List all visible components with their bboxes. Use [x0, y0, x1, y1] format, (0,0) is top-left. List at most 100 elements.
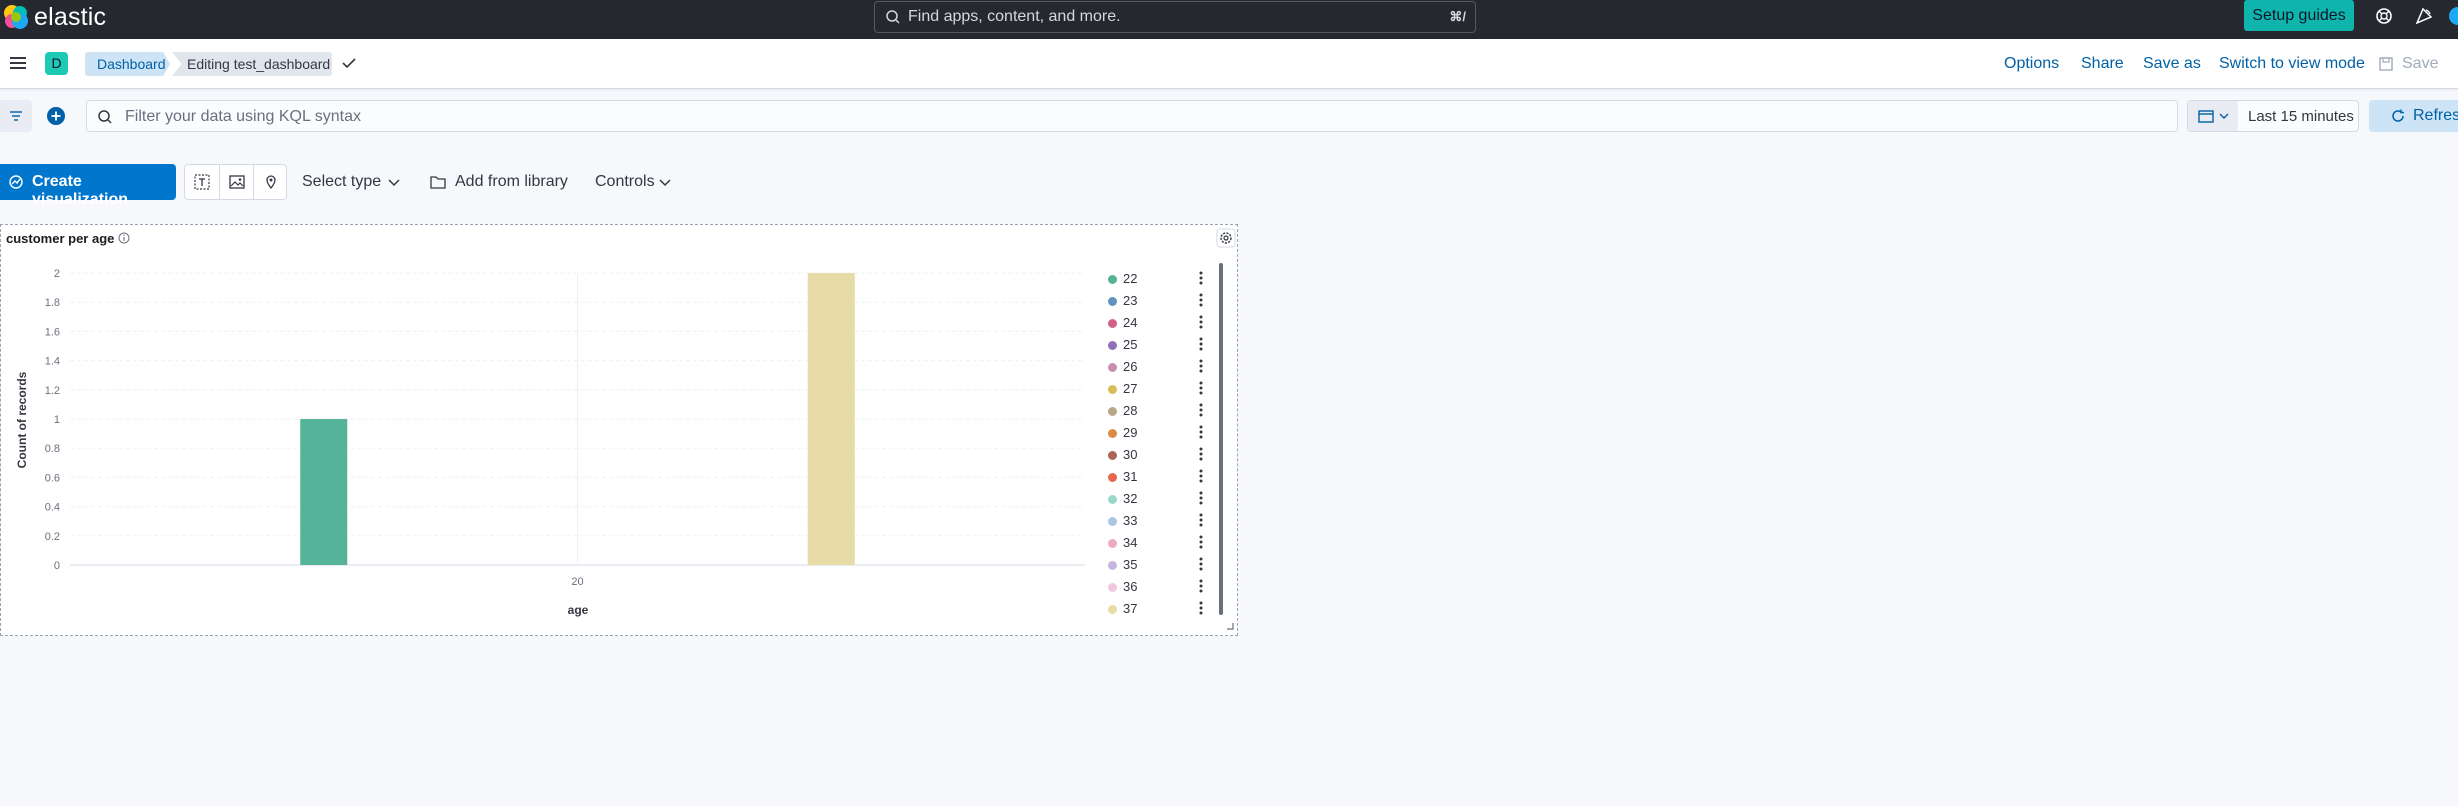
user-avatar-icon[interactable] [2446, 6, 2458, 26]
select-type-button[interactable]: Select type [291, 164, 415, 200]
legend-item[interactable]: 25 [1100, 334, 1210, 356]
legend-item[interactable]: 29 [1100, 422, 1210, 444]
brand-name[interactable]: elastic [34, 2, 106, 32]
y-axis-title: Count of records [15, 371, 29, 468]
breadcrumb-dashboard[interactable]: Dashboard [85, 52, 170, 76]
more-actions-icon[interactable] [1198, 556, 1204, 572]
breadcrumb-current: Editing test_dashboard [172, 52, 332, 76]
legend-label: 26 [1123, 359, 1138, 374]
more-actions-icon[interactable] [1198, 578, 1204, 594]
more-actions-icon[interactable] [1198, 380, 1204, 396]
save-as-link[interactable]: Save as [2143, 54, 2201, 74]
more-actions-icon[interactable] [1198, 534, 1204, 550]
x-tick-label: 20 [571, 576, 583, 588]
panel-title: customer per age [6, 231, 130, 246]
y-tick-label: 0.8 [45, 443, 60, 455]
chevron-down-icon [2219, 113, 2229, 119]
legend-item[interactable]: 36 [1100, 576, 1210, 598]
image-panel-button[interactable] [219, 165, 254, 199]
more-actions-icon[interactable] [1198, 336, 1204, 352]
legend-item[interactable]: 24 [1100, 312, 1210, 334]
gear-icon[interactable] [1216, 228, 1236, 248]
bar-age-22[interactable] [300, 419, 348, 565]
legend-color-icon [1108, 451, 1117, 460]
add-from-library-label: Add from library [455, 173, 568, 190]
share-link[interactable]: Share [2081, 54, 2124, 74]
legend-item[interactable]: 33 [1100, 510, 1210, 532]
legend-color-icon [1108, 583, 1117, 592]
bar-age-37[interactable] [807, 273, 855, 565]
more-actions-icon[interactable] [1198, 402, 1204, 418]
search-icon [98, 110, 112, 124]
text-icon [194, 174, 210, 190]
elastic-logo-icon[interactable] [3, 4, 29, 30]
legend-label: 27 [1123, 381, 1138, 396]
panel-title-text: customer per age [6, 231, 115, 246]
chart-grid [70, 272, 1085, 566]
kql-query-input[interactable]: Filter your data using KQL syntax [86, 100, 2178, 132]
refresh-button[interactable]: Refresh [2369, 100, 2458, 132]
setup-guides-button[interactable]: Setup guides [2244, 0, 2354, 31]
legend-scrollbar[interactable] [1219, 263, 1223, 615]
legend-color-icon [1108, 605, 1117, 614]
y-tick-label: 0.4 [45, 502, 60, 514]
help-icon[interactable] [2374, 6, 2394, 26]
more-actions-icon[interactable] [1198, 270, 1204, 286]
date-picker[interactable]: Last 15 minutes [2187, 100, 2359, 132]
legend-item[interactable]: 37 [1100, 598, 1210, 620]
more-actions-icon[interactable] [1198, 358, 1204, 374]
more-actions-icon[interactable] [1198, 446, 1204, 462]
switch-to-view-mode-link[interactable]: Switch to view mode [2219, 54, 2365, 74]
legend-item[interactable]: 26 [1100, 356, 1210, 378]
legend-color-icon [1108, 495, 1117, 504]
more-actions-icon[interactable] [1198, 512, 1204, 528]
legend-item[interactable]: 32 [1100, 488, 1210, 510]
save-label: Save [2402, 55, 2439, 72]
legend-item[interactable]: 22 [1100, 268, 1210, 290]
info-icon[interactable] [118, 232, 130, 244]
date-quick-menu-button[interactable] [2188, 101, 2238, 131]
legend-color-icon [1108, 319, 1117, 328]
menu-icon[interactable] [9, 54, 27, 72]
x-axis-title: age [568, 603, 589, 617]
more-actions-icon[interactable] [1198, 292, 1204, 308]
y-axis: 0 0.2 0.4 0.6 0.8 1 1.2 1.4 1.6 1.8 2 [45, 268, 60, 572]
legend-item[interactable]: 28 [1100, 400, 1210, 422]
filter-toggle-button[interactable] [0, 100, 32, 132]
global-search-input[interactable]: Find apps, content, and more. ⌘/ [874, 1, 1476, 33]
legend-label: 25 [1123, 337, 1138, 352]
options-link[interactable]: Options [2004, 54, 2059, 74]
legend-item[interactable]: 23 [1100, 290, 1210, 312]
legend-item[interactable]: 31 [1100, 466, 1210, 488]
more-actions-icon[interactable] [1198, 600, 1204, 616]
create-visualization-button[interactable]: Create visualization [0, 164, 176, 208]
y-tick-label: 1 [54, 414, 60, 426]
more-actions-icon[interactable] [1198, 314, 1204, 330]
legend-item[interactable]: 30 [1100, 444, 1210, 466]
controls-button[interactable]: Controls [579, 164, 693, 200]
add-filter-icon[interactable] [44, 104, 68, 128]
more-actions-icon[interactable] [1198, 424, 1204, 440]
legend-color-icon [1108, 385, 1117, 394]
space-avatar[interactable]: D [45, 52, 68, 75]
legend-label: 35 [1123, 557, 1138, 572]
y-tick-label: 1.6 [45, 326, 60, 338]
calendar-icon [2198, 110, 2214, 123]
x-axis: 20 [571, 576, 583, 588]
add-from-library-button[interactable]: Add from library [419, 164, 575, 200]
more-actions-icon[interactable] [1198, 490, 1204, 506]
legend-color-icon [1108, 341, 1117, 350]
legend-item[interactable]: 35 [1100, 554, 1210, 576]
newsfeed-icon[interactable] [2414, 6, 2434, 26]
map-panel-button[interactable] [253, 165, 288, 199]
refresh-icon [2392, 109, 2404, 122]
more-actions-icon[interactable] [1198, 468, 1204, 484]
create-visualization-label: Create visualization [32, 173, 129, 208]
legend-color-icon [1108, 363, 1117, 372]
text-panel-button[interactable] [185, 165, 219, 199]
legend-item[interactable]: 34 [1100, 532, 1210, 554]
legend-item[interactable]: 27 [1100, 378, 1210, 400]
legend-label: 31 [1123, 469, 1138, 484]
resize-handle-icon[interactable] [1224, 620, 1234, 630]
save-button[interactable]: Save [2378, 51, 2458, 77]
